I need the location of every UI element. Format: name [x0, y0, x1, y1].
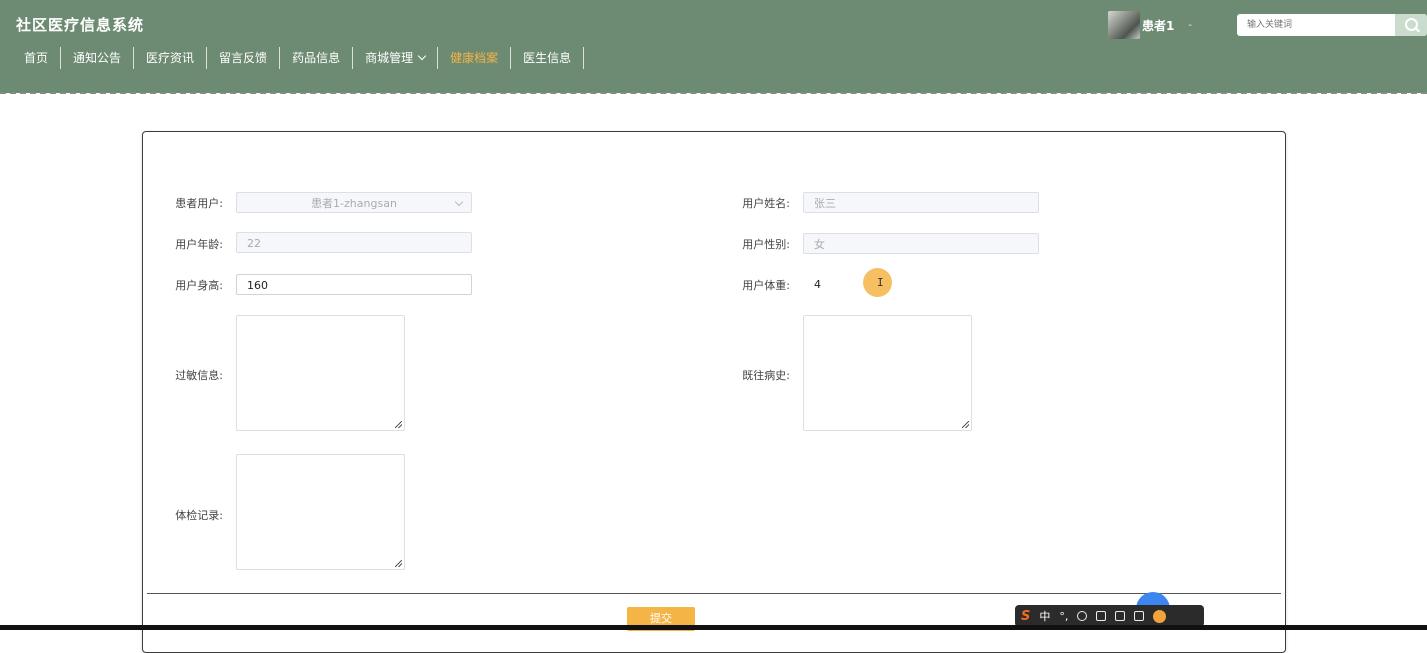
patient-user-select[interactable]: 患者1-zhangsan [236, 192, 472, 213]
nav-item-home[interactable]: 首页 [12, 47, 62, 69]
ime-punctuation-toggle[interactable]: °, [1059, 610, 1068, 623]
header-divider [0, 92, 1427, 94]
user-gender-field[interactable]: 女 [803, 233, 1039, 254]
nav-item-feedback[interactable]: 留言反馈 [207, 47, 281, 69]
skin-icon[interactable] [1115, 611, 1126, 621]
keyboard-icon[interactable] [1096, 611, 1107, 621]
grid-apps-icon[interactable] [1134, 611, 1145, 621]
nav-item-shop-label: 商城管理 [365, 51, 414, 65]
nav-item-doctor-info[interactable]: 医生信息 [511, 47, 585, 69]
medical-history-label: 既往病史: [742, 369, 790, 382]
checkup-record-label: 体检记录: [175, 509, 223, 522]
search-button[interactable] [1395, 14, 1427, 36]
user-weight-label: 用户体重: [742, 279, 790, 292]
user-name: 患者1 [1142, 18, 1175, 33]
main-nav: 首页 通知公告 医疗资讯 留言反馈 药品信息 商城管理 健康档案 医生信息 [12, 47, 585, 69]
medical-history-textarea[interactable] [803, 315, 972, 431]
ime-mode-toggle[interactable]: 中 [1039, 608, 1050, 624]
search-box [1237, 14, 1427, 36]
user-height-label: 用户身高: [175, 279, 223, 292]
nav-item-notices[interactable]: 通知公告 [61, 47, 135, 69]
user-menu[interactable]: 患者1 - [1108, 10, 1192, 40]
avatar [1108, 11, 1140, 39]
site-title: 社区医疗信息系统 [16, 16, 145, 34]
form-divider [147, 593, 1281, 594]
nav-item-health-records[interactable]: 健康档案 [438, 47, 512, 69]
text-cursor-icon: I [877, 276, 884, 289]
ime-toolbar: S 中 °, [1015, 605, 1204, 627]
nav-item-drug-info[interactable]: 药品信息 [280, 47, 354, 69]
user-name-label: 用户姓名: [742, 197, 790, 210]
user-gender-label: 用户性别: [742, 238, 790, 251]
nav-item-medical-news[interactable]: 医疗资讯 [134, 47, 208, 69]
user-menu-caret-icon[interactable]: - [1188, 20, 1192, 31]
nav-item-shop-management[interactable]: 商城管理 [353, 47, 439, 69]
search-input[interactable] [1237, 14, 1407, 36]
allergy-info-label: 过敏信息: [175, 369, 223, 382]
resize-handle-icon[interactable] [395, 421, 402, 428]
allergy-info-textarea[interactable] [236, 315, 405, 431]
patient-user-label: 患者用户: [175, 197, 223, 210]
resize-handle-icon[interactable] [962, 421, 969, 428]
user-height-input[interactable]: 160 [236, 274, 472, 295]
chevron-down-icon [417, 51, 427, 61]
chevron-down-icon [454, 197, 464, 207]
health-record-form: 患者用户: 患者1-zhangsan 用户姓名: 张三 用户年龄: 22 用户性… [142, 131, 1286, 653]
resize-handle-icon[interactable] [395, 560, 402, 567]
checkup-record-textarea[interactable] [236, 454, 405, 570]
top-header: 社区医疗信息系统 首页 通知公告 医疗资讯 留言反馈 药品信息 商城管理 健康档… [0, 0, 1427, 93]
emoji-icon[interactable] [1153, 609, 1167, 623]
sogou-logo-icon[interactable]: S [1021, 609, 1030, 624]
user-name-field[interactable]: 张三 [803, 192, 1039, 213]
user-age-label: 用户年龄: [175, 238, 223, 251]
microphone-icon[interactable] [1077, 611, 1088, 621]
patient-user-value: 患者1-zhangsan [311, 197, 397, 210]
user-weight-input[interactable]: 4 [814, 278, 821, 291]
taskbar-edge [0, 625, 1427, 630]
user-age-field[interactable]: 22 [236, 232, 472, 253]
